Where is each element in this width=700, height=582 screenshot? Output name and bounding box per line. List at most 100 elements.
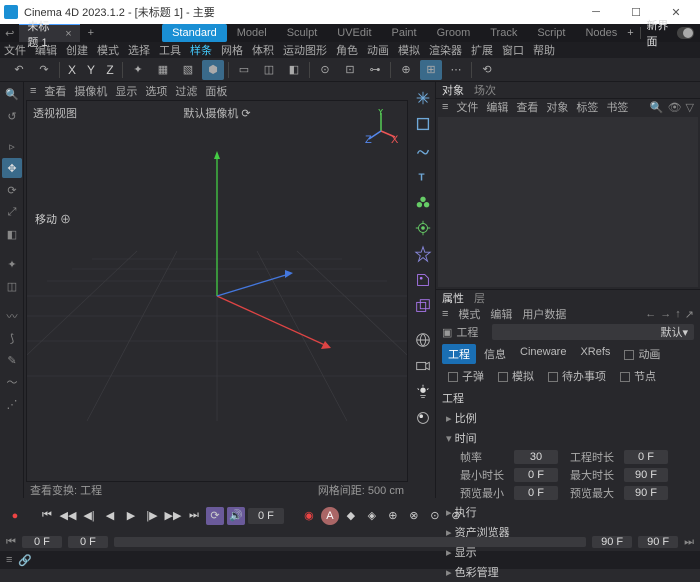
extrude-tool[interactable]: ⋰: [2, 394, 22, 414]
world-icon[interactable]: [412, 328, 434, 352]
vp-menu-view[interactable]: 查看: [44, 83, 66, 99]
nav-back-icon[interactable]: ←: [645, 308, 656, 321]
record-button[interactable]: ●: [6, 507, 24, 525]
render-settings-button[interactable]: ⬢: [202, 60, 224, 80]
tab-anim[interactable]: 动画: [618, 344, 666, 364]
redo-button[interactable]: ↷: [33, 60, 55, 80]
am-userdata[interactable]: 用户数据: [522, 306, 566, 322]
quantize-button[interactable]: ⋯: [445, 60, 467, 80]
play-back-button[interactable]: ◀: [101, 507, 119, 525]
axis-y-toggle[interactable]: Y: [83, 63, 99, 77]
field-icon[interactable]: [412, 242, 434, 266]
om-view[interactable]: 查看: [516, 99, 538, 115]
vp-menu-display[interactable]: 显示: [115, 83, 137, 99]
object-tree[interactable]: [438, 117, 698, 287]
minimize-button[interactable]: ─: [576, 0, 616, 24]
reset-psr-button[interactable]: ⟲: [476, 60, 498, 80]
projlen-input[interactable]: 0 F: [624, 450, 668, 464]
om-filter-icon[interactable]: ▽: [686, 101, 694, 114]
vp-menu-camera[interactable]: 摄像机: [74, 83, 107, 99]
range-end-input[interactable]: 90 F: [638, 536, 678, 548]
tab-sim[interactable]: 模拟: [492, 366, 540, 386]
section-color[interactable]: 色彩管理: [436, 562, 700, 582]
history-button[interactable]: ▭: [233, 60, 255, 80]
current-frame-input[interactable]: 0 F: [248, 508, 284, 524]
perspective-viewport[interactable]: 透视视图 默认摄像机 ⟳ Y X Z: [26, 100, 408, 482]
snap-button[interactable]: ◫: [258, 60, 280, 80]
placement-button[interactable]: ⊕: [395, 60, 417, 80]
tab-layers[interactable]: 层: [474, 290, 485, 306]
prevmax-input[interactable]: 90 F: [624, 486, 668, 500]
sb-menu-icon[interactable]: ≡: [6, 554, 12, 566]
next-key-button[interactable]: ▶▶: [164, 507, 182, 525]
tab-project[interactable]: 工程: [442, 344, 476, 364]
light-icon[interactable]: [412, 380, 434, 404]
tl-end-icon[interactable]: ⏭: [684, 536, 694, 549]
menu-simulate[interactable]: 模拟: [398, 42, 420, 58]
section-exec[interactable]: 执行: [436, 502, 700, 522]
tab-xrefs[interactable]: XRefs: [574, 344, 616, 364]
render-pv-button[interactable]: ▧: [177, 60, 199, 80]
mode-track[interactable]: Track: [480, 24, 527, 42]
layout-toggle[interactable]: [677, 27, 695, 39]
mode-model[interactable]: Model: [227, 24, 277, 42]
recent-tool[interactable]: ◧: [2, 224, 22, 244]
min-input[interactable]: 0 F: [514, 468, 558, 482]
render-view-button[interactable]: ▦: [152, 60, 174, 80]
prev-frame-button[interactable]: ◀|: [80, 507, 98, 525]
am-mode[interactable]: 模式: [458, 306, 480, 322]
om-hamburger-icon[interactable]: ≡: [442, 101, 448, 113]
axis-z-toggle[interactable]: Z: [102, 63, 118, 77]
generator-icon[interactable]: [412, 190, 434, 214]
menu-edit[interactable]: 编辑: [35, 42, 57, 58]
menu-tools[interactable]: 工具: [159, 42, 181, 58]
section-scale[interactable]: 比例: [436, 408, 700, 428]
fps-input[interactable]: 30: [514, 450, 558, 464]
vp-hamburger-icon[interactable]: ≡: [30, 85, 36, 97]
om-tags[interactable]: 标签: [576, 99, 598, 115]
tab-cineware[interactable]: Cineware: [514, 344, 572, 364]
menu-file[interactable]: 文件: [4, 42, 26, 58]
key-opts-button[interactable]: ◈: [363, 507, 381, 525]
text-icon[interactable]: T: [412, 164, 434, 188]
om-search-icon[interactable]: 🔍: [650, 101, 664, 114]
menu-spline[interactable]: 样条: [190, 42, 212, 58]
menu-character[interactable]: 角色: [336, 42, 358, 58]
search-icon[interactable]: 🔍: [2, 84, 22, 104]
select-tool[interactable]: ▹: [2, 136, 22, 156]
key-pla-button[interactable]: ⊘: [447, 507, 465, 525]
axis-x-toggle[interactable]: X: [64, 63, 80, 77]
play-button[interactable]: ▶: [122, 507, 140, 525]
undo-button[interactable]: ↶: [8, 60, 30, 80]
vp-menu-options[interactable]: 选项: [145, 83, 167, 99]
keyframe-button[interactable]: ◆: [342, 507, 360, 525]
workplane-button[interactable]: ◧: [283, 60, 305, 80]
tab-bullet[interactable]: 子弹: [442, 366, 490, 386]
preview-end-input[interactable]: 90 F: [592, 536, 632, 548]
coord-system-button[interactable]: ✦: [127, 60, 149, 80]
tab-todo[interactable]: 待办事项: [542, 366, 612, 386]
add-tab-button[interactable]: +: [80, 24, 102, 42]
sound-button[interactable]: 🔊: [227, 507, 245, 525]
key-r-button[interactable]: ⊙: [426, 507, 444, 525]
om-edit[interactable]: 编辑: [486, 99, 508, 115]
tab-takes[interactable]: 场次: [474, 82, 496, 98]
tl-start-icon[interactable]: ⏮: [6, 536, 16, 549]
sb-link-icon[interactable]: 🔗: [18, 554, 32, 567]
goto-start-button[interactable]: ⏮: [38, 507, 56, 525]
mode-script[interactable]: Script: [527, 24, 575, 42]
max-input[interactable]: 90 F: [624, 468, 668, 482]
rotate-tool[interactable]: ⟳: [2, 180, 22, 200]
preset-dropdown[interactable]: 默认 ▾: [492, 324, 694, 340]
key-s-button[interactable]: ⊗: [405, 507, 423, 525]
history-icon[interactable]: ↺: [2, 106, 22, 126]
om-objects[interactable]: 对象: [546, 99, 568, 115]
mode-groom[interactable]: Groom: [427, 24, 481, 42]
timeline-track[interactable]: [114, 537, 586, 547]
tab-attributes[interactable]: 属性: [442, 290, 464, 306]
add-layout-button[interactable]: +: [627, 27, 633, 39]
layout-name[interactable]: 新界面: [646, 17, 670, 49]
tool3-button[interactable]: ⊶: [364, 60, 386, 80]
menu-animate[interactable]: 动画: [367, 42, 389, 58]
range-start-input[interactable]: 0 F: [22, 536, 62, 548]
